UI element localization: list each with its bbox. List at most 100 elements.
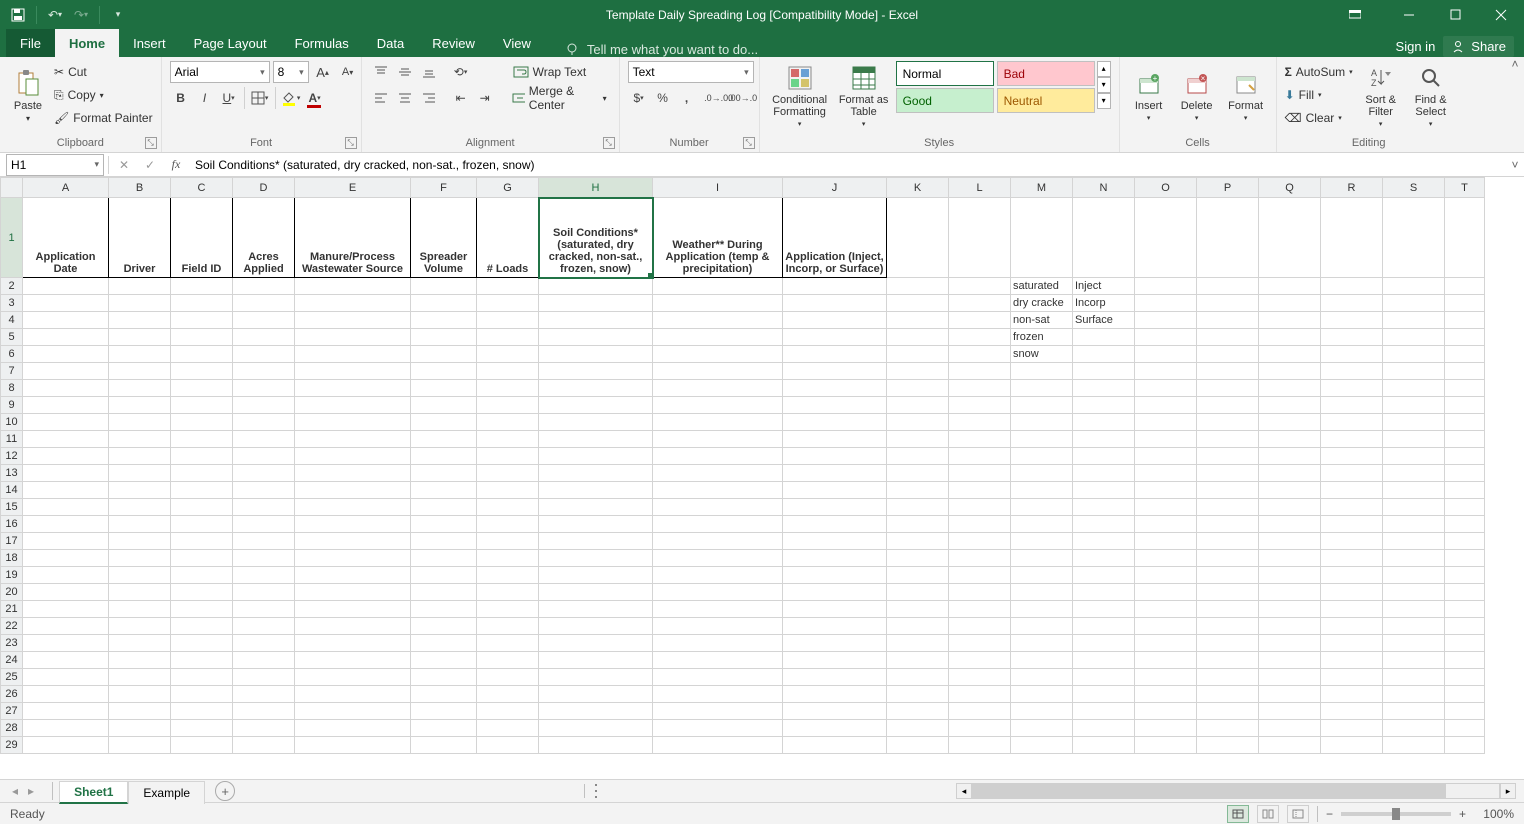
cell-R29[interactable] [1321, 737, 1383, 754]
cell-S19[interactable] [1383, 567, 1445, 584]
cell-P16[interactable] [1197, 516, 1259, 533]
cell-A21[interactable] [23, 601, 109, 618]
tab-home[interactable]: Home [55, 29, 119, 57]
cell-N5[interactable] [1073, 329, 1135, 346]
cell-T4[interactable] [1445, 312, 1485, 329]
cell-C20[interactable] [171, 584, 233, 601]
cell-I25[interactable] [653, 669, 783, 686]
row-header-4[interactable]: 4 [1, 312, 23, 329]
cell-A27[interactable] [23, 703, 109, 720]
cell-A20[interactable] [23, 584, 109, 601]
cell-B2[interactable] [109, 278, 171, 295]
row-header-7[interactable]: 7 [1, 363, 23, 380]
bold-button[interactable]: B [170, 87, 192, 109]
accounting-format-icon[interactable]: $▾ [628, 87, 650, 109]
cell-A14[interactable] [23, 482, 109, 499]
cell-S3[interactable] [1383, 295, 1445, 312]
cell-D21[interactable] [233, 601, 295, 618]
cell-O4[interactable] [1135, 312, 1197, 329]
cell-A24[interactable] [23, 652, 109, 669]
cell-I24[interactable] [653, 652, 783, 669]
cell-P27[interactable] [1197, 703, 1259, 720]
cell-D29[interactable] [233, 737, 295, 754]
cell-S13[interactable] [1383, 465, 1445, 482]
cell-O9[interactable] [1135, 397, 1197, 414]
cell-H7[interactable] [539, 363, 653, 380]
save-icon[interactable] [6, 3, 30, 27]
cell-N22[interactable] [1073, 618, 1135, 635]
zoom-slider-knob[interactable] [1392, 808, 1400, 820]
minimize-button[interactable] [1386, 0, 1432, 29]
column-header-L[interactable]: L [949, 178, 1011, 198]
cell-L8[interactable] [949, 380, 1011, 397]
cell-T11[interactable] [1445, 431, 1485, 448]
cell-C13[interactable] [171, 465, 233, 482]
cell-B4[interactable] [109, 312, 171, 329]
cell-E14[interactable] [295, 482, 411, 499]
cell-T5[interactable] [1445, 329, 1485, 346]
font-name-select[interactable]: Arial▾ [170, 61, 270, 83]
cell-Q8[interactable] [1259, 380, 1321, 397]
cell-S28[interactable] [1383, 720, 1445, 737]
cell-I9[interactable] [653, 397, 783, 414]
cell-K24[interactable] [887, 652, 949, 669]
cell-S14[interactable] [1383, 482, 1445, 499]
cell-L3[interactable] [949, 295, 1011, 312]
sheet-tab-example[interactable]: Example [128, 781, 205, 804]
cell-G12[interactable] [477, 448, 539, 465]
cell-J9[interactable] [783, 397, 887, 414]
decrease-decimal-icon[interactable]: .00→.0 [732, 87, 754, 109]
cell-I8[interactable] [653, 380, 783, 397]
increase-font-icon[interactable]: A▴ [312, 61, 334, 83]
cell-N28[interactable] [1073, 720, 1135, 737]
cell-F20[interactable] [411, 584, 477, 601]
align-top-icon[interactable] [370, 61, 392, 83]
cell-T15[interactable] [1445, 499, 1485, 516]
cell-N20[interactable] [1073, 584, 1135, 601]
cell-J15[interactable] [783, 499, 887, 516]
cell-I29[interactable] [653, 737, 783, 754]
cell-C26[interactable] [171, 686, 233, 703]
borders-button[interactable]: ▾ [249, 87, 271, 109]
cell-M16[interactable] [1011, 516, 1073, 533]
cell-J8[interactable] [783, 380, 887, 397]
column-header-J[interactable]: J [783, 178, 887, 198]
row-header-15[interactable]: 15 [1, 499, 23, 516]
cell-C5[interactable] [171, 329, 233, 346]
delete-cells-button[interactable]: × Delete▾ [1176, 61, 1218, 131]
cell-S15[interactable] [1383, 499, 1445, 516]
cell-O24[interactable] [1135, 652, 1197, 669]
cell-K27[interactable] [887, 703, 949, 720]
cell-B22[interactable] [109, 618, 171, 635]
cell-S25[interactable] [1383, 669, 1445, 686]
underline-button[interactable]: U▾ [218, 87, 240, 109]
cell-A22[interactable] [23, 618, 109, 635]
cell-Q3[interactable] [1259, 295, 1321, 312]
cell-K16[interactable] [887, 516, 949, 533]
cell-F2[interactable] [411, 278, 477, 295]
cell-I1[interactable]: Weather** During Application (temp & pre… [653, 198, 783, 278]
cell-K13[interactable] [887, 465, 949, 482]
cell-P29[interactable] [1197, 737, 1259, 754]
cell-H16[interactable] [539, 516, 653, 533]
cell-K15[interactable] [887, 499, 949, 516]
cell-L19[interactable] [949, 567, 1011, 584]
tab-view[interactable]: View [489, 29, 545, 57]
cell-F14[interactable] [411, 482, 477, 499]
cell-R23[interactable] [1321, 635, 1383, 652]
cell-I18[interactable] [653, 550, 783, 567]
column-header-F[interactable]: F [411, 178, 477, 198]
cell-Q25[interactable] [1259, 669, 1321, 686]
fill-color-button[interactable]: ▾ [280, 87, 302, 109]
cell-O22[interactable] [1135, 618, 1197, 635]
cell-H12[interactable] [539, 448, 653, 465]
cell-T23[interactable] [1445, 635, 1485, 652]
tab-page-layout[interactable]: Page Layout [180, 29, 281, 57]
cell-M1[interactable] [1011, 198, 1073, 278]
cell-R4[interactable] [1321, 312, 1383, 329]
cell-G18[interactable] [477, 550, 539, 567]
cell-G1[interactable]: # Loads [477, 198, 539, 278]
cell-O3[interactable] [1135, 295, 1197, 312]
cell-H27[interactable] [539, 703, 653, 720]
cell-C12[interactable] [171, 448, 233, 465]
